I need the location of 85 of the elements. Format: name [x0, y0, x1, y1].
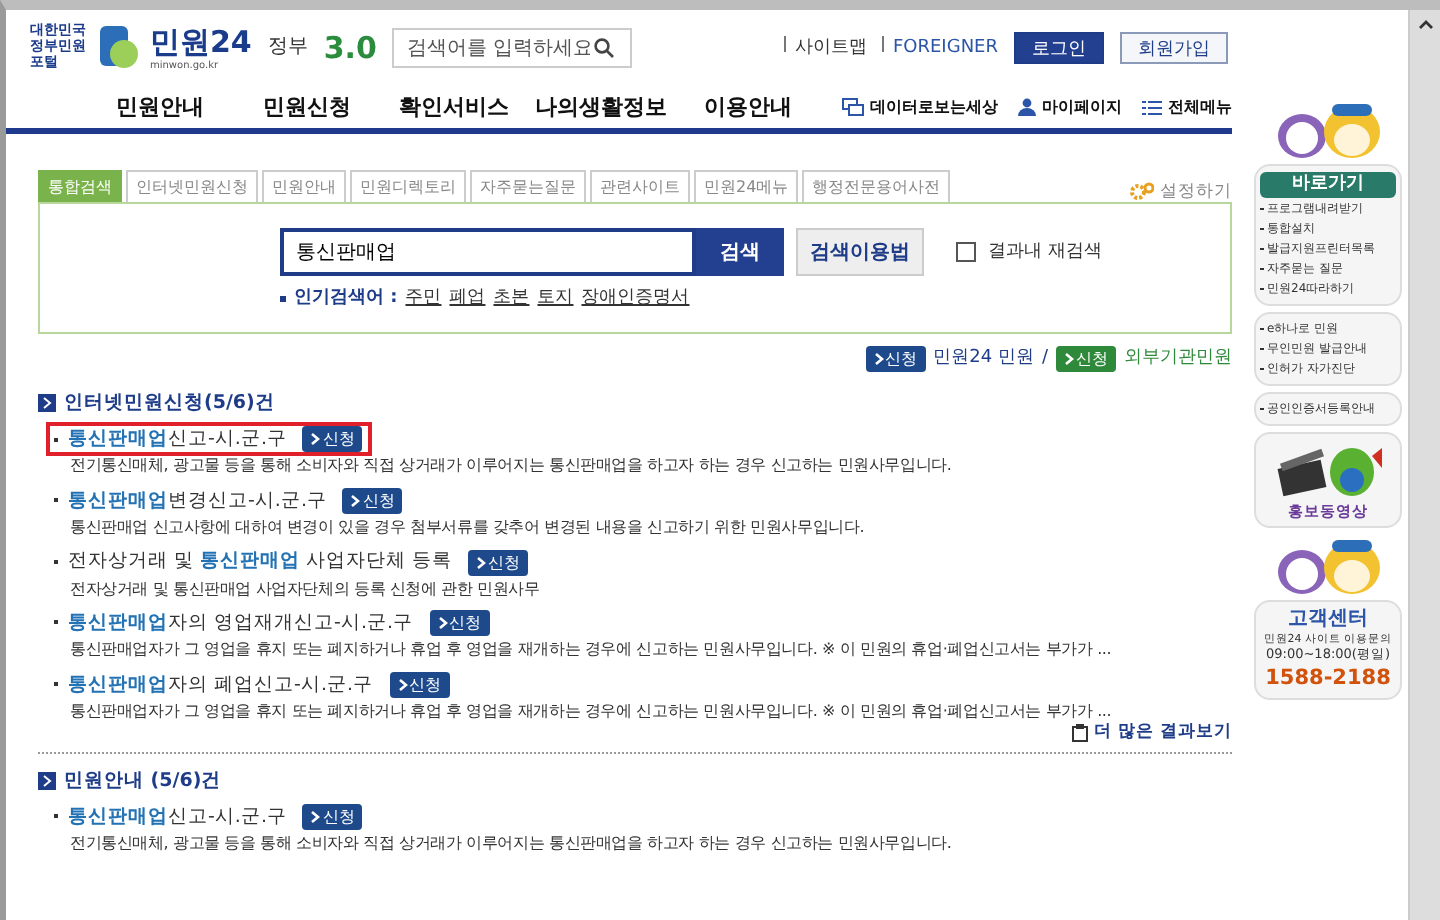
legend-label: 민원24 민원	[933, 348, 1034, 370]
bullet-icon	[38, 394, 56, 413]
apply-badge[interactable]: 신청	[865, 346, 926, 372]
result-description: 전기통신매체, 광고물 등을 통해 소비자와 직접 상거래가 이루어지는 통신판매업을 하고자 하는 경우 신고하는 민원사무입니다.	[68, 456, 954, 476]
search-tab[interactable]: 행정전문용어사전	[802, 170, 951, 202]
search-field[interactable]: 검색어를 입력하세요	[392, 28, 633, 68]
result-title[interactable]: 통신판매업 자의 폐업신고-시.군.구	[54, 673, 373, 696]
popular-keyword[interactable]: 토지	[537, 288, 574, 310]
result-description: 통신판매업 신고사항에 대하여 변경이 있을 경우 첨부서류를 갖추어 변경된 내용을 신고하기 위한 민원사무입니다.	[68, 517, 867, 538]
search-input[interactable]: 통신판매업	[280, 228, 696, 276]
apply-badge[interactable]: 신청	[1056, 346, 1116, 372]
search-button[interactable]: 검색	[696, 228, 784, 276]
quick-link[interactable]: 전체메뉴	[1141, 97, 1232, 117]
menu-icon	[1141, 99, 1162, 115]
help-button[interactable]: 검색이용법	[796, 228, 924, 276]
logo-icon	[98, 24, 142, 72]
popular-label: 인기검색어 :	[294, 288, 398, 310]
search-icon	[594, 38, 615, 58]
windows-icon	[841, 98, 864, 116]
header-link[interactable]: FOREIGNER	[882, 36, 998, 60]
logo-name: 민원24	[150, 24, 252, 60]
nav-item[interactable]: 나의생활정보	[527, 93, 675, 121]
nav-item[interactable]: 민원신청	[233, 93, 381, 121]
search-tab[interactable]: 자주묻는질문	[470, 170, 586, 202]
result-description: 전자상거래 및 통신판매업 사업자단체의 등록 신청에 관한 민원사무	[68, 579, 542, 599]
checkbox[interactable]	[956, 242, 976, 262]
chevron-icon	[310, 809, 321, 824]
apply-button[interactable]: 신청	[302, 803, 363, 830]
mascot-figures	[1272, 98, 1384, 158]
result-title[interactable]: 통신판매업 변경신고-시.군.구	[54, 489, 327, 513]
apply-button[interactable]: 신청	[342, 487, 403, 514]
settings-link[interactable]: 설정하기	[1130, 181, 1232, 202]
nav-item[interactable]: 확인서비스	[380, 93, 528, 121]
gov-version: 3.0	[323, 30, 377, 66]
search-tab[interactable]: 민원디렉토리	[350, 170, 466, 202]
result-title[interactable]: 통신판매업 신고-시.군.구	[54, 428, 287, 452]
legend-label: 외부기관민원	[1124, 348, 1232, 370]
chevron-icon	[873, 352, 884, 366]
checkbox-label: 결과내 재검색	[988, 241, 1102, 263]
more-results-link[interactable]: 더 많은 결과보기	[1072, 722, 1232, 744]
result-title[interactable]: 전자상거래 및 통신판매업 사업자단체 등록	[54, 550, 453, 574]
section-title: 인터넷민원신청(5/6)건	[64, 392, 275, 415]
quick-links-title: 바로가기	[1260, 172, 1396, 198]
header-link[interactable]: 사이트맵	[784, 36, 867, 60]
quick-link[interactable]: 마이페이지	[1017, 97, 1122, 117]
gov-label: 정부	[267, 36, 308, 60]
clipboard-icon	[1072, 723, 1089, 742]
chevron-icon	[397, 677, 407, 692]
popular-keyword[interactable]: 주민	[405, 288, 442, 310]
quick-link[interactable]: 데이터로보는세상	[841, 97, 998, 117]
nav-item[interactable]: 민원안내	[86, 93, 234, 121]
user-icon	[1017, 98, 1036, 116]
separator: /	[1041, 348, 1048, 370]
search-tab[interactable]: 인터넷민원신청	[126, 170, 258, 202]
bullet-icon	[280, 295, 286, 302]
signup-button[interactable]: 회원가입	[1120, 32, 1228, 64]
center-title: 고객센터	[1288, 607, 1368, 632]
result-description: 통신판매업자가 그 영업을 휴지 또는 폐지하거나 휴업 후 영업을 재개하는 경우에 신고하는 민원사무입니다. ※ 이 민원의 휴업·폐업신고서는 부가가 ...	[68, 640, 1114, 660]
apply-button[interactable]: 신청	[389, 671, 449, 698]
result-description: 전기통신매체, 광고물 등을 통해 소비자와 직접 상거래가 이루어지는 통신판매업을 하고자 하는 경우 신고하는 민원사무입니다.	[68, 833, 954, 854]
chevron-icon	[310, 432, 321, 447]
section-title: 민원안내 (5/6)건	[64, 769, 222, 792]
search-tab[interactable]: 민원안내	[262, 170, 346, 202]
login-button[interactable]: 로그인	[1014, 32, 1104, 64]
nav-item[interactable]: 이용안내	[674, 93, 822, 121]
apply-button[interactable]: 신청	[468, 549, 529, 576]
result-description: 통신판매업자가 그 영업을 휴지 또는 폐지하거나 휴업 후 영업을 재개하는 경우에 신고하는 민원사무입니다. ※ 이 민원의 휴업·폐업신고서는 부가가 ...	[68, 701, 1114, 721]
chevron-icon	[1064, 352, 1074, 366]
result-title[interactable]: 통신판매업 자의 영업재개신고-시.군.구	[54, 611, 413, 635]
chevron-icon	[476, 555, 487, 570]
center-phone: 1588-2188	[1265, 666, 1391, 692]
apply-button[interactable]: 신청	[302, 426, 363, 453]
scroll-up-icon[interactable]	[1417, 18, 1433, 30]
scrollbar[interactable]	[1408, 10, 1440, 920]
popular-keyword[interactable]: 장애인증명서	[581, 288, 690, 310]
search-tab[interactable]: 민원24메뉴	[694, 170, 799, 202]
chevron-icon	[350, 493, 361, 508]
popular-keyword[interactable]: 폐업	[449, 288, 486, 310]
search-tab[interactable]: 관련사이트	[590, 170, 690, 202]
bullet-icon	[38, 771, 56, 790]
result-title[interactable]: 통신판매업 신고-시.군.구	[54, 805, 287, 829]
settings-icon	[1130, 181, 1154, 202]
apply-button[interactable]: 신청	[429, 610, 489, 637]
chevron-icon	[437, 616, 447, 631]
popular-keyword[interactable]: 초본	[493, 288, 530, 310]
